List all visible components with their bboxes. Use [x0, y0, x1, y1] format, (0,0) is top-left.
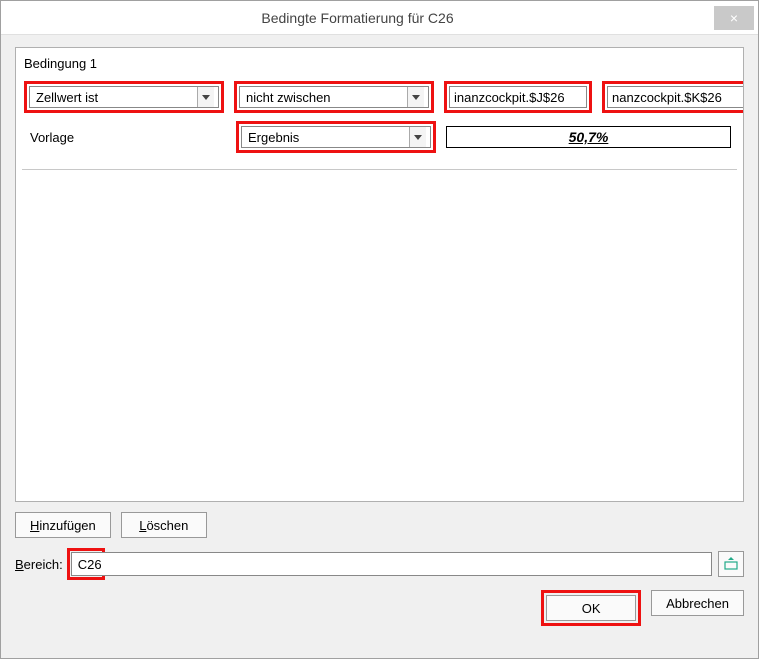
- add-label: inzufügen: [39, 518, 95, 533]
- delete-label: öschen: [146, 518, 188, 533]
- range-label: Bereich:: [15, 557, 63, 572]
- dialog: Bedingte Formatierung für C26 × Bedingun…: [0, 0, 759, 659]
- range-row: Bereich: C26: [15, 546, 744, 580]
- chevron-down-icon: [407, 87, 424, 107]
- range-input[interactable]: [101, 552, 712, 576]
- shrink-icon: [723, 556, 739, 572]
- ok-button[interactable]: OK: [546, 595, 636, 621]
- template-label: Vorlage: [24, 130, 226, 145]
- condition-operator-select[interactable]: nicht zwischen: [239, 86, 429, 108]
- add-mnemonic: H: [30, 518, 39, 533]
- add-button[interactable]: Hinzufügen: [15, 512, 111, 538]
- delete-mnemonic: L: [139, 518, 146, 533]
- footer-buttons: OK Abbrechen: [15, 588, 744, 630]
- condition-type-value: Zellwert ist: [36, 90, 98, 105]
- cancel-button[interactable]: Abbrechen: [651, 590, 744, 616]
- range-value: C26: [78, 557, 102, 572]
- conditions-panel: Bedingung 1 Zellwert ist nicht zwischen: [15, 47, 744, 502]
- preview-value: 50,7%: [569, 129, 609, 145]
- condition-ref2-input[interactable]: nanzcockpit.$K$26: [607, 86, 744, 108]
- condition-ref2-value: nanzcockpit.$K$26: [612, 90, 722, 105]
- delete-button[interactable]: Löschen: [121, 512, 207, 538]
- template-select[interactable]: Ergebnis: [241, 126, 431, 148]
- template-value: Ergebnis: [248, 130, 299, 145]
- ok-label: OK: [582, 601, 601, 616]
- range-label-rest: ereich:: [24, 557, 63, 572]
- range-picker-button[interactable]: [718, 551, 744, 577]
- chevron-down-icon: [197, 87, 214, 107]
- condition-operator-value: nicht zwischen: [246, 90, 331, 105]
- panel-buttons: Hinzufügen Löschen: [15, 510, 744, 538]
- close-button[interactable]: ×: [714, 6, 754, 30]
- condition-type-select[interactable]: Zellwert ist: [29, 86, 219, 108]
- range-input-highlight[interactable]: C26: [71, 552, 101, 576]
- content: Bedingung 1 Zellwert ist nicht zwischen: [1, 35, 758, 658]
- titlebar: Bedingte Formatierung für C26 ×: [1, 1, 758, 35]
- preview-box: 50,7%: [446, 126, 731, 148]
- dialog-title: Bedingte Formatierung für C26: [1, 10, 714, 26]
- condition-row-2: Vorlage Ergebnis 50,7%: [22, 117, 737, 157]
- chevron-down-icon: [409, 127, 426, 147]
- condition-heading: Bedingung 1: [22, 54, 737, 77]
- condition-ref1-value: inanzcockpit.$J$26: [454, 90, 565, 105]
- condition-row-1: Zellwert ist nicht zwischen inanzcockpit…: [22, 77, 737, 117]
- condition-divider: [22, 169, 737, 170]
- close-icon: ×: [730, 10, 738, 26]
- cancel-label: Abbrechen: [666, 596, 729, 611]
- condition-ref1-input[interactable]: inanzcockpit.$J$26: [449, 86, 587, 108]
- range-mnemonic: B: [15, 557, 24, 572]
